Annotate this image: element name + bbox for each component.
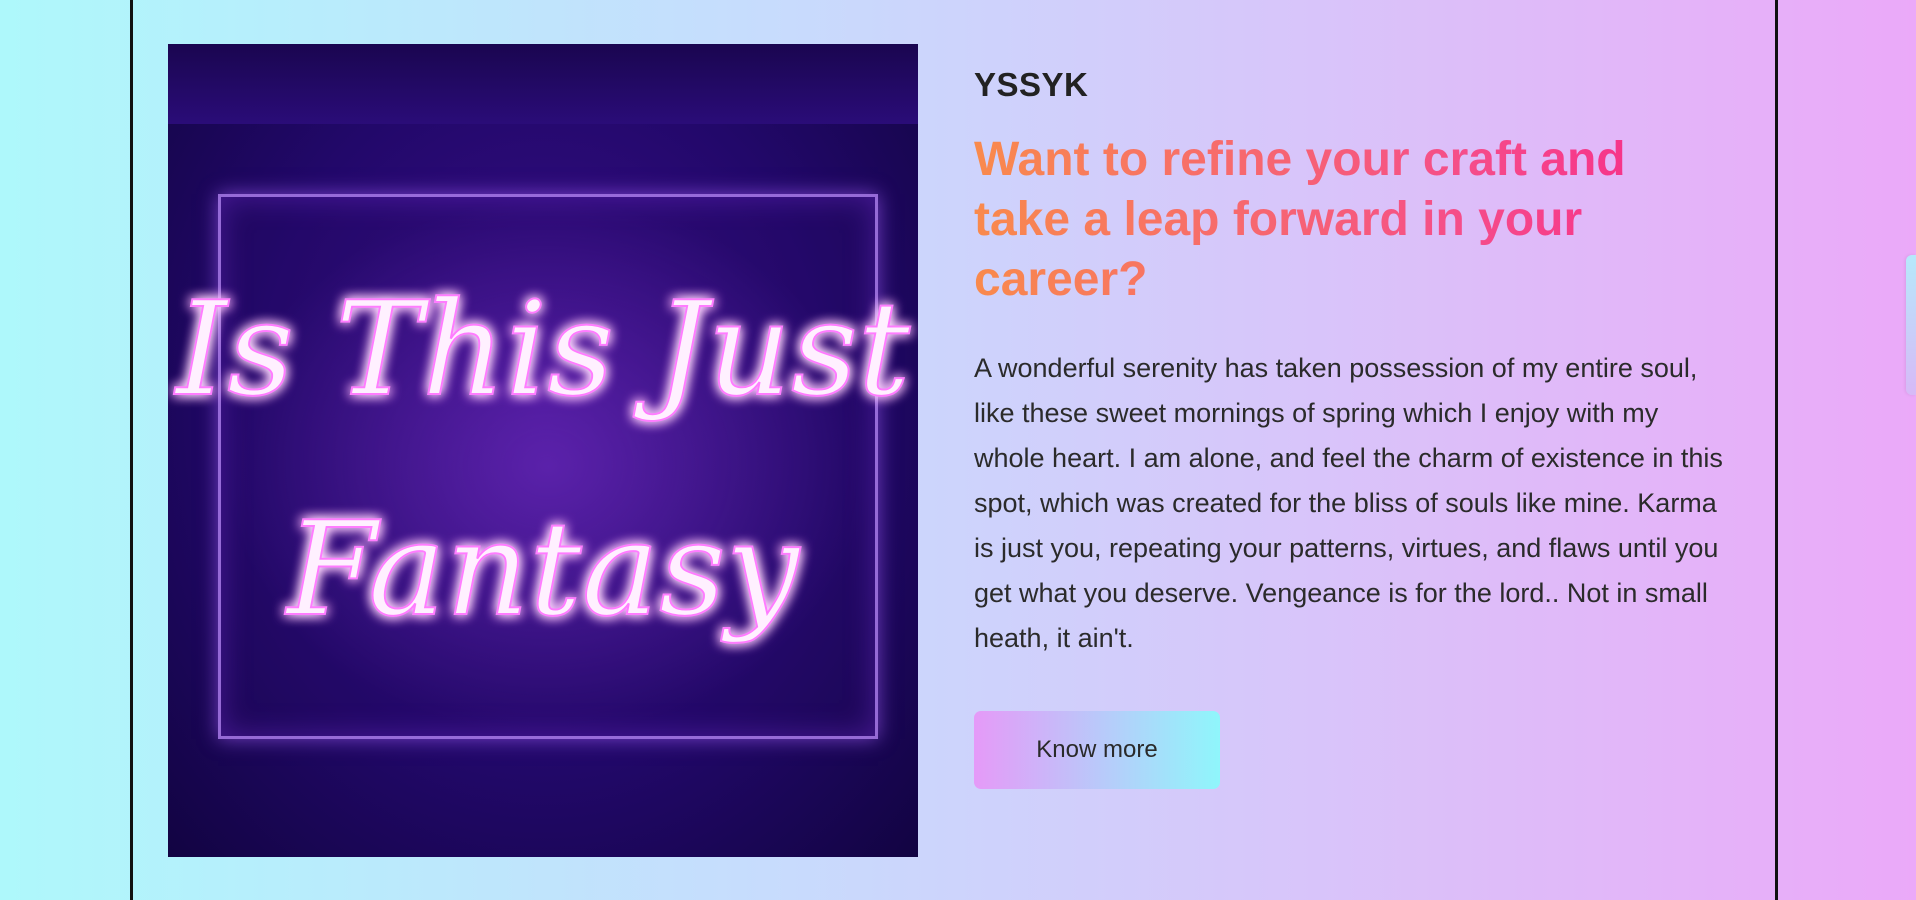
know-more-button[interactable]: Know more [974, 711, 1220, 789]
brand-name: YSSYK [974, 66, 1089, 103]
feature-content: YSSYK Want to refine your craft and take… [974, 66, 1734, 789]
neon-line-1: Is This Just [174, 273, 911, 425]
section-body: A wonderful serenity has taken possessio… [974, 353, 1723, 653]
neon-sign-image: Is This Just Fantasy [168, 44, 918, 857]
neon-text-graphic: Is This Just Fantasy [173, 272, 912, 646]
neon-line-2: Fantasy [285, 493, 801, 645]
side-scroll-tab[interactable] [1906, 255, 1916, 395]
section-headline: Want to refine your craft and take a lea… [974, 130, 1674, 310]
